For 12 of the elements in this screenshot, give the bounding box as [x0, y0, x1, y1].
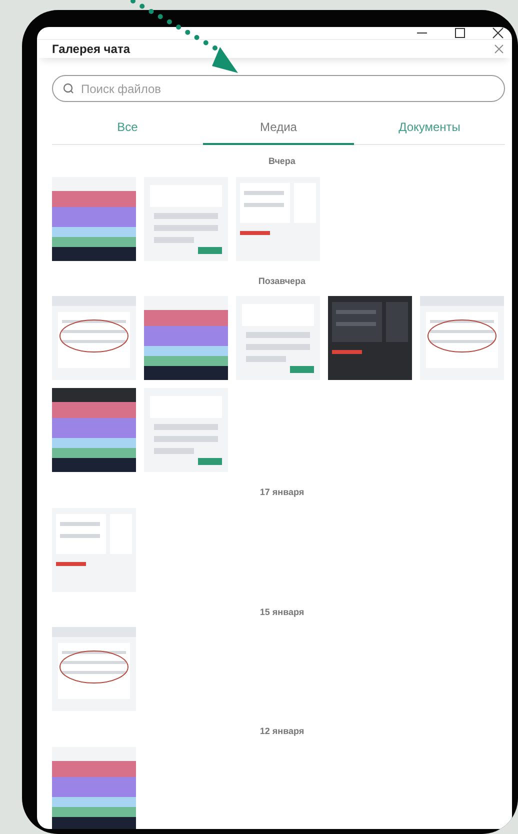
window-title: Галерея чата [52, 41, 130, 58]
maximize-icon[interactable] [454, 27, 466, 39]
search-field[interactable]: Поиск файлов [52, 75, 505, 102]
tab[interactable]: Медиа [203, 112, 354, 145]
date-heading: 12 января [260, 725, 304, 738]
tab[interactable]: Документы [354, 112, 505, 145]
close-icon[interactable] [492, 27, 504, 39]
date-heading: Позавчера [258, 274, 306, 288]
tab[interactable]: Все [52, 112, 203, 145]
date-heading: 17 января [260, 486, 304, 499]
date-heading: 15 января [260, 606, 304, 619]
date-heading: Вчера [268, 155, 296, 168]
